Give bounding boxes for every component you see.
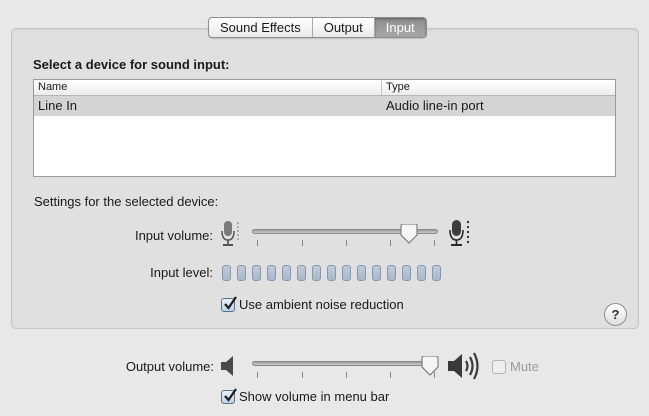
table-row[interactable]: Line In Audio line-in port — [34, 96, 615, 116]
level-meter-segment — [297, 265, 306, 281]
input-volume-slider[interactable] — [252, 224, 440, 252]
level-meter-segment — [357, 265, 366, 281]
device-type-cell: Audio line-in port — [386, 98, 484, 113]
level-meter-segment — [402, 265, 411, 281]
input-level-label: Input level: — [150, 265, 213, 280]
noise-reduction-checkbox[interactable] — [221, 295, 237, 312]
level-meter-segment — [312, 265, 321, 281]
level-meter-segment — [387, 265, 396, 281]
device-section-title: Select a device for sound input: — [33, 57, 230, 72]
mute-row: Mute — [492, 359, 539, 374]
tab-input[interactable]: Input — [374, 18, 426, 37]
checkmark-icon — [224, 387, 237, 402]
checkmark-icon — [224, 295, 237, 310]
microphone-low-icon — [221, 221, 239, 246]
speaker-low-icon — [221, 356, 233, 376]
level-meter-segment — [252, 265, 261, 281]
show-volume-checkbox[interactable] — [221, 387, 237, 404]
output-volume-slider-knob[interactable] — [421, 356, 439, 376]
level-meter-segment — [372, 265, 381, 281]
level-meter-segment — [327, 265, 336, 281]
device-table-header: Name Type — [34, 80, 615, 96]
level-meter-segment — [282, 265, 291, 281]
input-settings-panel — [11, 28, 639, 329]
output-volume-slider[interactable] — [252, 356, 442, 384]
level-meter-segment — [222, 265, 231, 281]
level-meter-segment — [267, 265, 276, 281]
level-meter-segment — [237, 265, 246, 281]
input-level-meter — [222, 265, 441, 281]
tab-bar: Sound Effects Output Input — [208, 17, 427, 38]
level-meter-segment — [432, 265, 441, 281]
show-volume-label[interactable]: Show volume in menu bar — [239, 389, 389, 404]
device-name-cell: Line In — [38, 98, 78, 113]
mute-checkbox[interactable] — [492, 359, 506, 374]
help-button[interactable]: ? — [604, 303, 627, 326]
tab-output[interactable]: Output — [313, 18, 375, 37]
output-volume-label: Output volume: — [125, 359, 214, 374]
menu-bar-row: Show volume in menu bar — [221, 387, 389, 404]
speaker-high-icon — [448, 352, 479, 380]
level-meter-segment — [417, 265, 426, 281]
settings-section-title: Settings for the selected device: — [34, 194, 219, 209]
mute-label: Mute — [510, 359, 539, 374]
level-meter-segment — [342, 265, 351, 281]
noise-reduction-row: Use ambient noise reduction — [221, 295, 404, 312]
input-volume-label: Input volume: — [134, 228, 213, 243]
column-header-type[interactable]: Type — [382, 80, 615, 95]
column-header-name[interactable]: Name — [34, 80, 382, 95]
noise-reduction-label[interactable]: Use ambient noise reduction — [239, 297, 404, 312]
device-table: Name Type Line In Audio line-in port — [33, 79, 616, 177]
tab-sound-effects[interactable]: Sound Effects — [209, 18, 313, 37]
microphone-high-icon — [449, 220, 470, 246]
input-volume-slider-knob[interactable] — [400, 224, 418, 244]
